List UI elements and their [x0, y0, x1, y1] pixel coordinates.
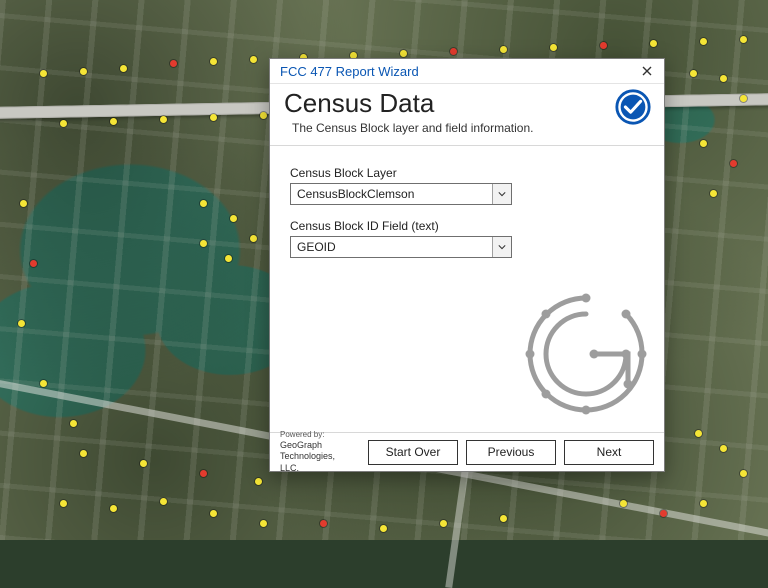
close-button[interactable] — [638, 62, 656, 80]
parcel-marker[interactable] — [600, 42, 607, 49]
parcel-marker[interactable] — [60, 120, 67, 127]
parcel-marker[interactable] — [400, 50, 407, 57]
parcel-marker[interactable] — [60, 500, 67, 507]
dialog-footer: Powered by: GeoGraph Technologies, LLC. … — [270, 432, 664, 471]
parcel-marker[interactable] — [740, 470, 747, 477]
parcel-marker[interactable] — [40, 70, 47, 77]
census-block-layer-select[interactable]: CensusBlockClemson — [290, 183, 512, 205]
close-icon — [642, 66, 652, 76]
parcel-marker[interactable] — [720, 445, 727, 452]
step-complete-badge — [614, 88, 652, 126]
dialog-title: FCC 477 Report Wizard — [280, 64, 638, 79]
parcel-marker[interactable] — [250, 235, 257, 242]
parcel-marker[interactable] — [225, 255, 232, 262]
parcel-marker[interactable] — [160, 116, 167, 123]
census-block-id-select[interactable]: GEOID — [290, 236, 512, 258]
parcel-marker[interactable] — [740, 95, 747, 102]
start-over-button[interactable]: Start Over — [368, 440, 458, 465]
parcel-marker[interactable] — [450, 48, 457, 55]
chevron-down-icon — [492, 184, 511, 204]
parcel-marker[interactable] — [740, 36, 747, 43]
parcel-marker[interactable] — [80, 68, 87, 75]
parcel-marker[interactable] — [170, 60, 177, 67]
parcel-marker[interactable] — [210, 58, 217, 65]
parcel-marker[interactable] — [710, 190, 717, 197]
census-block-layer-label: Census Block Layer — [290, 166, 644, 180]
checkmark-circle-icon — [614, 88, 652, 126]
chevron-down-icon — [492, 237, 511, 257]
parcel-marker[interactable] — [700, 140, 707, 147]
parcel-marker[interactable] — [20, 200, 27, 207]
parcel-marker[interactable] — [660, 510, 667, 517]
parcel-marker[interactable] — [110, 505, 117, 512]
parcel-marker[interactable] — [80, 450, 87, 457]
parcel-marker[interactable] — [30, 260, 37, 267]
parcel-marker[interactable] — [140, 460, 147, 467]
parcel-marker[interactable] — [230, 215, 237, 222]
previous-button[interactable]: Previous — [466, 440, 556, 465]
wizard-dialog: FCC 477 Report Wizard Census Data The Ce… — [269, 58, 665, 472]
parcel-marker[interactable] — [200, 240, 207, 247]
parcel-marker[interactable] — [260, 520, 267, 527]
dialog-titlebar[interactable]: FCC 477 Report Wizard — [270, 59, 664, 84]
step-title: Census Data — [284, 88, 650, 119]
dialog-header: Census Data The Census Block layer and f… — [270, 84, 664, 146]
parcel-marker[interactable] — [620, 500, 627, 507]
parcel-marker[interactable] — [320, 520, 327, 527]
next-button[interactable]: Next — [564, 440, 654, 465]
census-block-id-value: GEOID — [291, 240, 492, 254]
company-name: GeoGraph Technologies, LLC. — [280, 440, 352, 474]
parcel-marker[interactable] — [380, 525, 387, 532]
parcel-marker[interactable] — [255, 478, 262, 485]
parcel-marker[interactable] — [70, 420, 77, 427]
parcel-marker[interactable] — [700, 38, 707, 45]
parcel-marker[interactable] — [110, 118, 117, 125]
parcel-marker[interactable] — [440, 520, 447, 527]
parcel-marker[interactable] — [40, 380, 47, 387]
census-block-id-label: Census Block ID Field (text) — [290, 219, 644, 233]
company-watermark-icon — [516, 284, 656, 424]
parcel-marker[interactable] — [210, 114, 217, 121]
parcel-marker[interactable] — [650, 40, 657, 47]
census-block-layer-value: CensusBlockClemson — [291, 187, 492, 201]
step-subtitle: The Census Block layer and field informa… — [284, 121, 650, 135]
parcel-marker[interactable] — [720, 75, 727, 82]
powered-by: Powered by: GeoGraph Technologies, LLC. — [280, 430, 352, 474]
parcel-marker[interactable] — [695, 430, 702, 437]
parcel-marker[interactable] — [500, 46, 507, 53]
parcel-marker[interactable] — [260, 112, 267, 119]
parcel-marker[interactable] — [210, 510, 217, 517]
parcel-marker[interactable] — [18, 320, 25, 327]
parcel-marker[interactable] — [120, 65, 127, 72]
dialog-body: Census Block Layer CensusBlockClemson Ce… — [270, 146, 664, 432]
parcel-marker[interactable] — [700, 500, 707, 507]
parcel-marker[interactable] — [250, 56, 257, 63]
parcel-marker[interactable] — [550, 44, 557, 51]
parcel-marker[interactable] — [730, 160, 737, 167]
parcel-marker[interactable] — [200, 470, 207, 477]
parcel-marker[interactable] — [160, 498, 167, 505]
parcel-marker[interactable] — [200, 200, 207, 207]
parcel-marker[interactable] — [690, 70, 697, 77]
parcel-marker[interactable] — [500, 515, 507, 522]
